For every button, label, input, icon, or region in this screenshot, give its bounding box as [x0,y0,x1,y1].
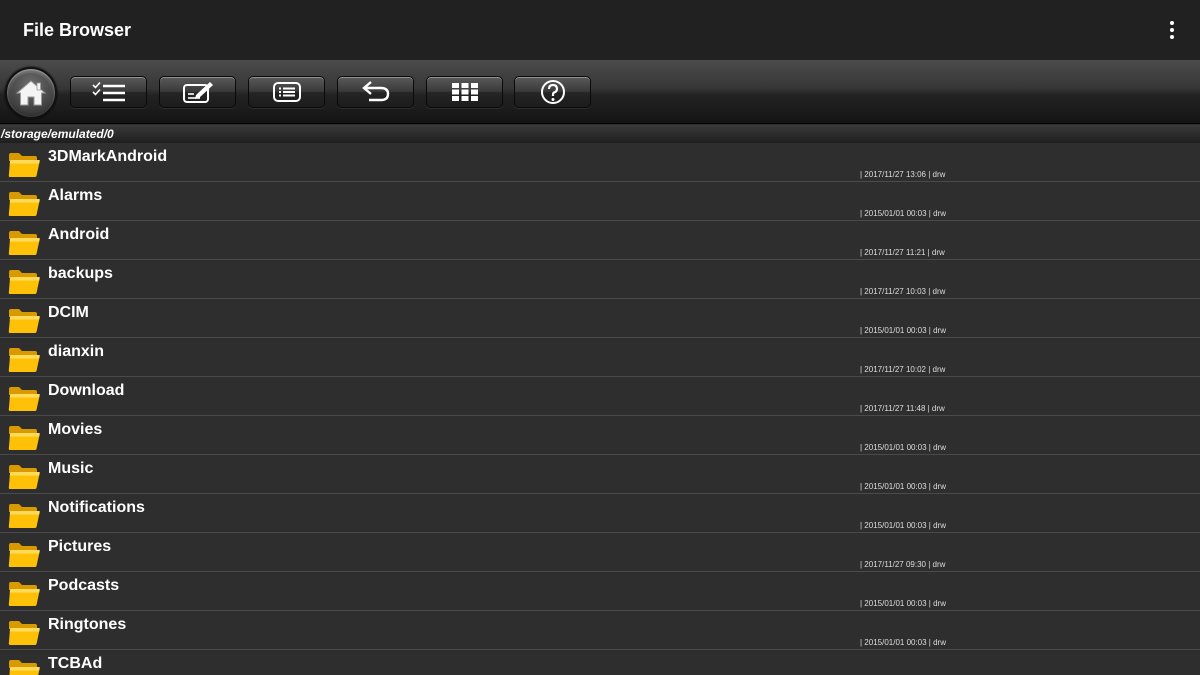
file-row[interactable]: Android | 2017/11/27 11:21 | drw [0,221,1200,260]
current-path: /storage/emulated/0 [1,127,114,141]
file-meta: | 2015/01/01 00:03 | drw [860,326,946,335]
overflow-dot [1170,21,1174,25]
file-row[interactable]: Pictures | 2017/11/27 09:30 | drw [0,533,1200,572]
home-icon [16,80,46,106]
file-row[interactable]: Music | 2015/01/01 00:03 | drw [0,455,1200,494]
file-row[interactable]: Notifications | 2015/01/01 00:03 | drw [0,494,1200,533]
file-name: Music [48,460,94,477]
overflow-menu-button[interactable] [1160,12,1184,48]
file-meta: | 2017/11/27 11:21 | drw [860,248,945,257]
file-meta: | 2017/11/27 13:06 | drw [860,170,946,179]
file-meta: | 2017/11/27 10:02 | drw [860,365,946,374]
overflow-dot [1170,35,1174,39]
grid-icon [451,83,478,101]
file-name: Notifications [48,499,145,516]
file-list: 3DMarkAndroid | 2017/11/27 13:06 | drw A… [0,143,1200,675]
details-view-button[interactable] [248,76,325,108]
file-name: Alarms [48,187,103,204]
file-meta: | 2015/01/01 00:03 | drw [860,482,946,491]
file-row[interactable]: Ringtones | 2015/01/01 00:03 | drw [0,611,1200,650]
file-meta: | 2017/11/27 10:03 | drw [860,287,946,296]
file-row[interactable]: 3DMarkAndroid | 2017/11/27 13:06 | drw [0,143,1200,182]
file-name: 3DMarkAndroid [48,148,168,165]
folder-icon [9,660,40,675]
file-name: Ringtones [48,616,127,633]
multi-select-button[interactable] [70,76,147,108]
file-name: dianxin [48,343,105,360]
file-name: Pictures [48,538,112,555]
file-row[interactable]: Alarms | 2015/01/01 00:03 | drw [0,182,1200,221]
folder-icon [8,465,40,489]
file-name: TCBAd [48,655,103,672]
folder-icon [8,504,40,528]
file-name: Android [48,226,110,243]
file-row[interactable]: Movies | 2015/01/01 00:03 | drw [0,416,1200,455]
file-meta: | 2017/11/27 09:30 | drw [860,560,946,569]
file-meta: | 2017/11/27 11:48 | drw [860,404,945,413]
edit-icon [182,82,213,103]
folder-icon [8,348,40,372]
file-meta: | 2015/01/01 00:03 | drw [860,599,946,608]
folder-icon [8,426,40,450]
folder-icon [8,543,40,567]
file-name: Download [48,382,125,399]
overflow-dot [1170,28,1174,32]
undo-icon [361,81,389,102]
home-button[interactable] [5,67,57,119]
list-icon [272,82,301,102]
folder-icon [8,231,40,255]
folder-icon [8,153,40,177]
file-row[interactable]: dianxin | 2017/11/27 10:02 | drw [0,338,1200,377]
help-button[interactable] [514,76,591,108]
app-title: File Browser [23,19,132,40]
home-button-inner [11,73,51,113]
file-meta: | 2015/01/01 00:03 | drw [860,443,946,452]
folder-icon [8,309,40,333]
file-name: DCIM [48,304,89,321]
folder-icon [8,192,40,216]
app-bar: File Browser [0,0,1200,60]
file-meta: | 2015/01/01 00:03 | drw [860,638,946,647]
file-row[interactable]: backups | 2017/11/27 10:03 | drw [0,260,1200,299]
file-row[interactable]: Download | 2017/11/27 11:48 | drw [0,377,1200,416]
grid-view-button[interactable] [426,76,503,108]
file-meta: | 2015/01/01 00:03 | drw [860,521,946,530]
file-row[interactable]: DCIM | 2015/01/01 00:03 | drw [0,299,1200,338]
file-meta: | 2015/01/01 00:03 | drw [860,209,946,218]
checklist-icon [91,81,125,102]
file-name: backups [48,265,113,282]
file-row[interactable]: Podcasts | 2015/01/01 00:03 | drw [0,572,1200,611]
path-bar: /storage/emulated/0 [0,125,1200,143]
folder-icon [8,621,40,645]
file-name: Podcasts [48,577,120,594]
folder-icon [8,270,40,294]
back-button[interactable] [337,76,414,108]
file-row[interactable]: TCBAd [0,650,1200,675]
file-name: Movies [48,421,103,438]
edit-button[interactable] [159,76,236,108]
toolbar [0,60,1200,124]
help-icon [540,80,565,104]
folder-icon [8,582,40,606]
folder-icon [8,387,40,411]
